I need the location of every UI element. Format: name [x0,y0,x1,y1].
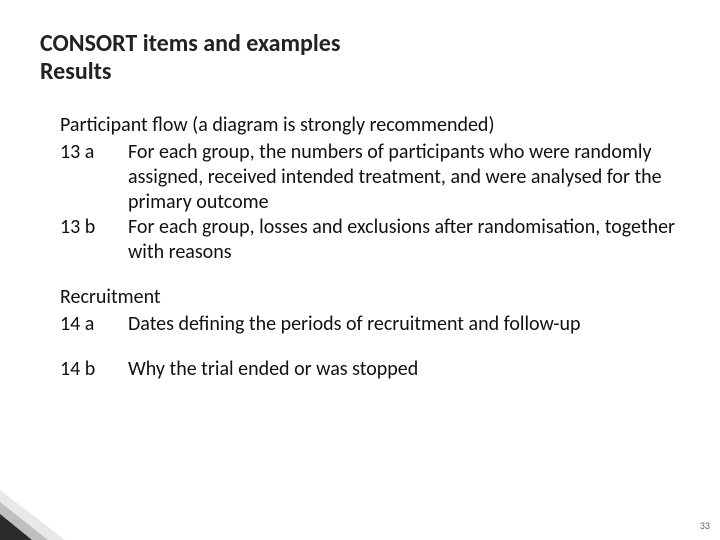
title-line-2: Results [40,58,680,86]
section-heading: Recruitment [60,285,680,310]
section-heading: Participant flow (a diagram is strongly … [60,113,680,138]
page-number: 33 [700,519,710,532]
list-item: 13 b For each group, losses and exclusio… [60,215,680,265]
item-number: 13 a [60,140,128,215]
item-text: For each group, losses and exclusions af… [128,215,680,265]
item-number: 14 a [60,312,128,337]
corner-decoration [0,480,120,540]
item-text: Why the trial ended or was stopped [128,357,680,382]
list-item: 14 a Dates defining the periods of recru… [60,312,680,337]
list-item: 14 b Why the trial ended or was stopped [60,357,680,382]
slide-title: CONSORT items and examples Results [40,30,680,85]
title-line-1: CONSORT items and examples [40,30,680,58]
slide: CONSORT items and examples Results Parti… [0,0,720,540]
list-item: 13 a For each group, the numbers of part… [60,140,680,215]
slide-body: Participant flow (a diagram is strongly … [40,113,680,382]
item-text: For each group, the numbers of participa… [128,140,680,215]
item-number: 13 b [60,215,128,265]
item-number: 14 b [60,357,128,382]
item-text: Dates defining the periods of recruitmen… [128,312,680,337]
